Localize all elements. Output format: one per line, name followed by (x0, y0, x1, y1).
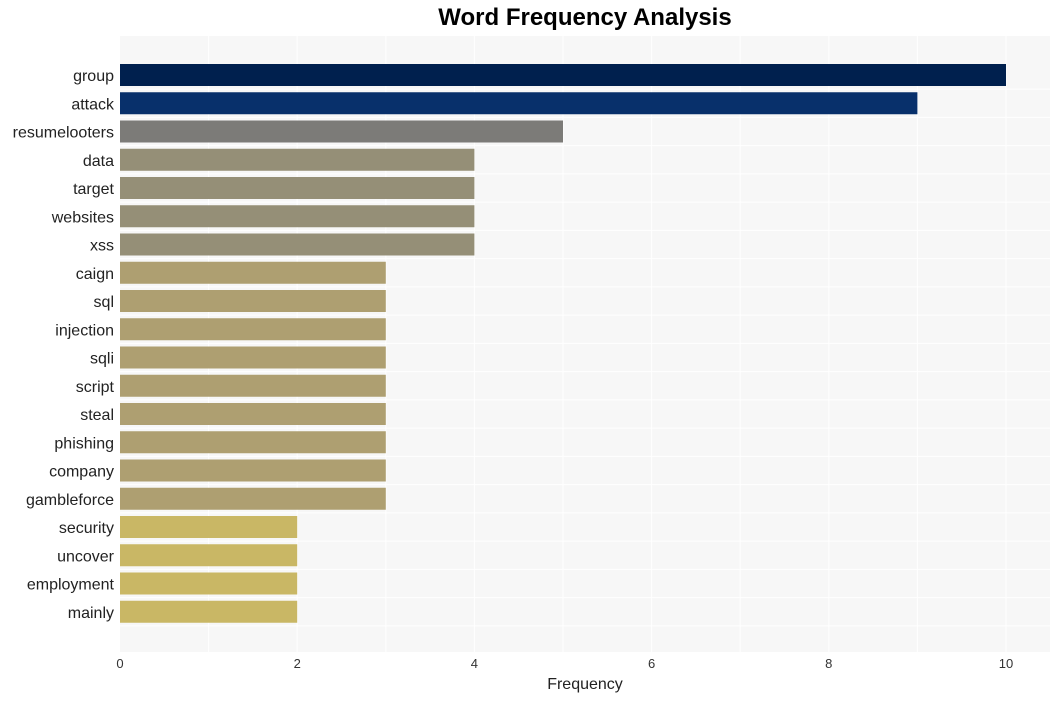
bar-security (120, 516, 298, 538)
category-label-gambleforce: gambleforce (26, 492, 114, 509)
bar-sqli (120, 346, 386, 369)
bar-data (120, 148, 475, 171)
x-tick-labels: 0 2 4 6 8 10 (116, 656, 1013, 671)
category-label-xss: xss (90, 238, 114, 255)
x-tick-label-8: 8 (825, 656, 832, 671)
category-label-employment: employment (27, 577, 115, 594)
category-label-mainly: mainly (68, 605, 114, 622)
category-label-injection: injection (55, 322, 114, 339)
x-axis-title: Frequency (547, 676, 623, 693)
category-label-company: company (49, 464, 114, 481)
bar-xss (120, 233, 475, 256)
category-label-caign: caign (76, 266, 114, 283)
bar-steal (120, 403, 386, 425)
bar-group (120, 64, 1006, 86)
x-tick-label-6: 6 (648, 656, 655, 671)
category-label-group: group (73, 68, 114, 85)
category-label-attack: attack (71, 96, 115, 113)
category-label-sqli: sqli (90, 351, 114, 368)
x-tick-label-2: 2 (294, 656, 301, 671)
category-label-phishing: phishing (54, 435, 114, 452)
x-tick-label-10: 10 (999, 656, 1013, 671)
category-label-target: target (73, 181, 114, 198)
bar-sql (120, 290, 386, 312)
category-label-sql: sql (94, 294, 114, 311)
category-label-resumelooters: resumelooters (13, 125, 114, 142)
bar-resumelooters (120, 120, 563, 143)
bar-script (120, 374, 386, 397)
bar-injection (120, 318, 386, 341)
category-label-steal: steal (80, 407, 114, 424)
bar-gambleforce (120, 487, 386, 510)
bar-uncover (120, 544, 298, 567)
category-label-websites: websites (51, 209, 114, 226)
bar-chart: group attack resumelooters data target websit… (13, 36, 1050, 693)
category-label-security: security (59, 520, 114, 537)
category-label-script: script (76, 379, 115, 396)
bar-employment (120, 572, 298, 595)
x-tick-label-4: 4 (471, 656, 478, 671)
bar-websites (120, 205, 475, 228)
bar-phishing (120, 431, 386, 454)
category-label-data: data (83, 153, 114, 170)
bar-caign (120, 261, 386, 284)
bar-attack (120, 92, 918, 115)
category-label-uncover: uncover (57, 548, 115, 565)
bar-mainly (120, 600, 298, 623)
category-labels: group attack resumelooters data target websit… (13, 68, 115, 622)
bar-target (120, 177, 475, 199)
bar-company (120, 459, 386, 482)
x-tick-label-0: 0 (116, 656, 123, 671)
